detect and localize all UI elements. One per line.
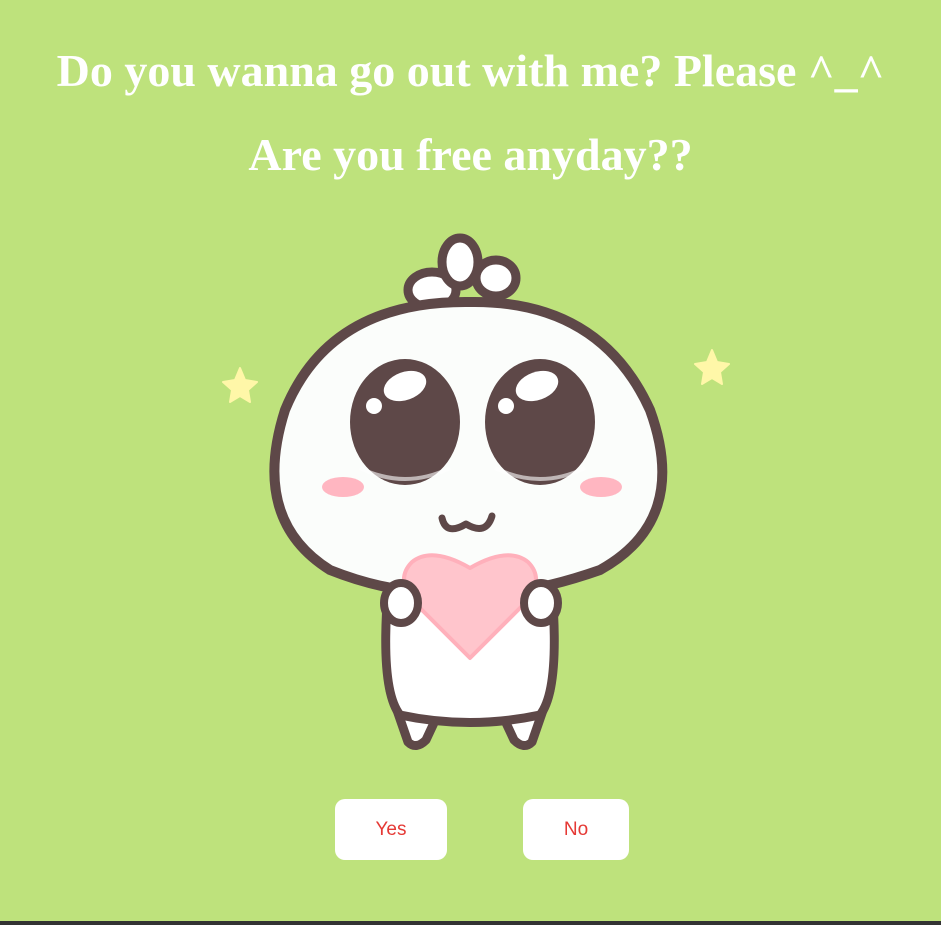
yes-button[interactable]: Yes bbox=[335, 799, 447, 860]
cute-character-holding-heart-icon bbox=[222, 233, 730, 750]
cheek-right bbox=[580, 477, 622, 497]
cheek-left bbox=[322, 477, 364, 497]
bottom-divider bbox=[0, 921, 941, 925]
question-heading: Do you wanna go out with me? Please ^_^ bbox=[56, 45, 885, 96]
no-button[interactable]: No bbox=[523, 799, 629, 860]
head bbox=[269, 296, 668, 599]
page: Do you wanna go out with me? Please ^_^ … bbox=[0, 0, 941, 925]
star-left-icon bbox=[222, 367, 258, 403]
question-subheading: Are you free anyday?? bbox=[248, 129, 693, 180]
star-right-icon bbox=[694, 349, 730, 385]
